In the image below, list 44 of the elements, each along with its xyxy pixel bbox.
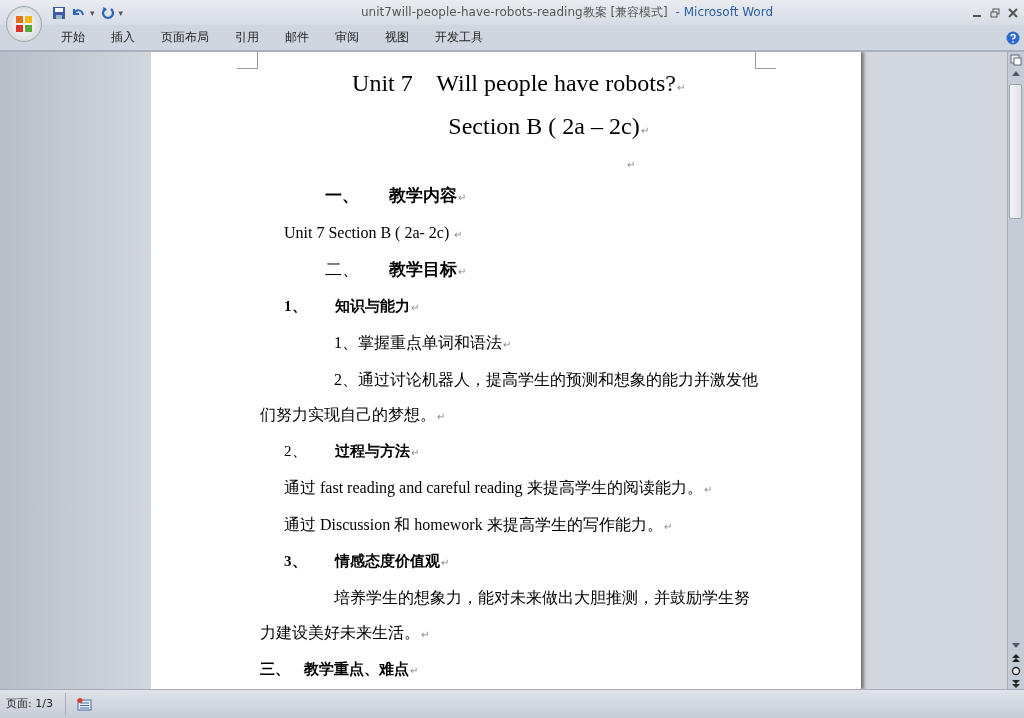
scroll-down-icon[interactable] [1011, 642, 1021, 650]
close-icon[interactable] [1008, 7, 1018, 18]
crop-mark [237, 52, 258, 69]
document-title: unit7will-people-have-robots-reading教案 [兼容模式] [360, 5, 668, 19]
crop-mark [755, 52, 776, 69]
section-heading: 二、 教学目标↵ [324, 259, 467, 281]
office-logo-icon [14, 14, 34, 34]
ribbon-tab[interactable]: 邮件 [274, 29, 320, 46]
ruler-toggle-icon[interactable] [1010, 54, 1022, 66]
section-heading: 1、 知识与能力↵ [283, 297, 420, 316]
help-icon[interactable] [1006, 30, 1020, 45]
previous-page-icon[interactable] [1011, 653, 1021, 663]
scrollbar-thumb[interactable] [1009, 84, 1022, 219]
scroll-up-icon[interactable] [1011, 69, 1021, 77]
body-text: 1、掌握重点单词和语法↵ [333, 333, 512, 353]
customize-toolbar-dropdown[interactable]: ▾ [118, 7, 124, 18]
document-title-line: Unit 7 Will people have robots?↵ [351, 69, 686, 98]
office-button[interactable] [6, 6, 42, 42]
ribbon-tab[interactable]: 视图 [374, 29, 420, 46]
undo-dropdown[interactable]: ▾ [90, 7, 95, 18]
redo-icon[interactable] [99, 5, 114, 20]
section-heading: 一、 教学内容↵ [324, 185, 467, 207]
document-subtitle: Section B ( 2a – 2c)↵ [447, 112, 650, 141]
body-text: 培养学生的想象力，能对未来做出大胆推测，并鼓励学生努力建设美好未来生活。↵ [259, 588, 751, 643]
ribbon-tab[interactable]: 开始 [50, 29, 96, 46]
save-icon[interactable] [52, 5, 66, 20]
section-heading: 3、 情感态度价值观↵ [283, 552, 450, 571]
section-heading: 2、 过程与方法↵ [283, 442, 420, 461]
body-text: 2、通过讨论机器人，提高学生的预测和想象的能力并激发他们努力实现自己的梦想。↵ [259, 370, 759, 425]
ribbon-tab[interactable]: 开发工具 [424, 29, 494, 46]
page-count[interactable]: 页面: 1/3 [0, 693, 66, 715]
body-text: 通过 Discussion 和 homework 来提高学生的写作能力。↵ [283, 515, 673, 535]
ribbon-tab[interactable]: 页面布局 [150, 29, 220, 46]
macro-record-icon[interactable] [75, 697, 92, 711]
ribbon-tab[interactable]: 引用 [224, 29, 270, 46]
ribbon-tab[interactable]: 插入 [100, 29, 146, 46]
browse-object-icon[interactable] [1011, 666, 1021, 676]
body-text: Unit 7 Section B ( 2a- 2c) ↵ [283, 223, 464, 244]
restore-icon[interactable] [990, 7, 1000, 18]
ribbon-tab[interactable]: 审阅 [324, 29, 370, 46]
paragraph-mark: ↵ [627, 159, 635, 170]
section-heading: 三、 教学重点、难点↵ [259, 660, 419, 679]
body-text: 通过 fast reading and careful reading 来提高学生的阅读能力。↵ [283, 478, 713, 499]
app-name: - Microsoft Word [675, 5, 774, 19]
